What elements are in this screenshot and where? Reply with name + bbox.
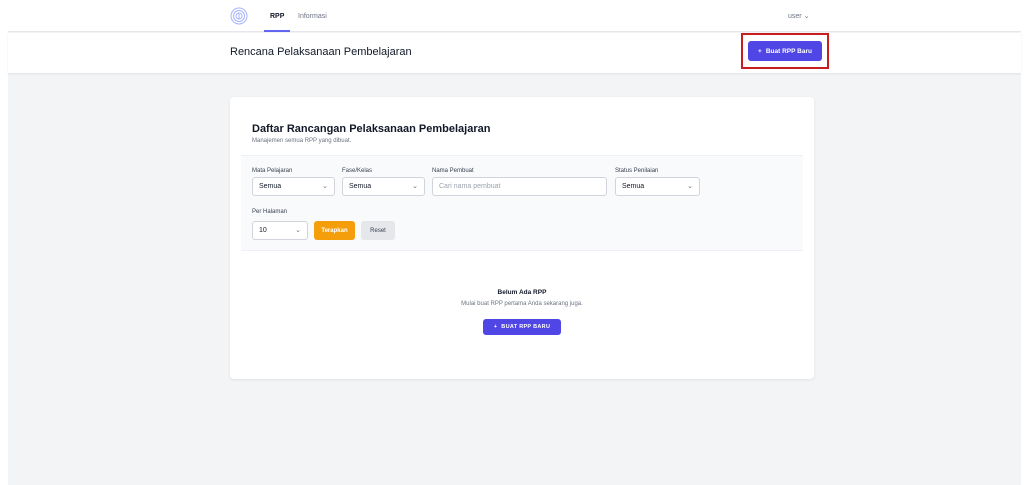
rpp-list-card: Daftar Rancangan Pelaksanaan Pembelajara… [230, 97, 814, 379]
empty-create-rpp-label: BUAT RPP BARU [501, 324, 551, 330]
tab-informasi[interactable]: Informasi [298, 13, 327, 20]
page-title: Rencana Pelaksanaan Pembelajaran [230, 46, 412, 58]
apply-filter-button[interactable]: Terapkan [314, 221, 355, 240]
plus-icon: + [758, 47, 762, 55]
subject-select[interactable]: Semua ⌄ [252, 177, 335, 196]
phase-select-value: Semua [349, 183, 372, 190]
phase-select[interactable]: Semua ⌄ [342, 177, 425, 196]
page-header: Rencana Pelaksanaan Pembelajaran + Buat … [8, 33, 1021, 73]
app-frame: RPP Informasi user ⌄ Rencana Pelaksanaan… [8, 0, 1021, 485]
chevron-down-icon: ⌄ [412, 183, 418, 190]
status-select[interactable]: Semua ⌄ [615, 177, 700, 196]
chevron-down-icon: ⌄ [295, 227, 301, 234]
empty-state-message: Mulai buat RPP pertama Anda sekarang jug… [461, 301, 583, 307]
subject-select-value: Semua [259, 183, 282, 190]
per-page-value: 10 [259, 227, 267, 234]
per-page-select[interactable]: 10 ⌄ [252, 221, 308, 240]
reset-filter-button[interactable]: Reset [361, 221, 395, 240]
empty-state-title: Belum Ada RPP [497, 289, 547, 296]
plus-icon: + [493, 324, 498, 330]
top-navbar: RPP Informasi user ⌄ [8, 0, 1021, 32]
fingerprint-logo-icon[interactable] [230, 7, 248, 25]
chevron-down-icon: ⌄ [803, 13, 810, 20]
user-menu[interactable]: user ⌄ [788, 12, 809, 20]
card-subtitle: Manajemen semua RPP yang dibuat. [252, 138, 352, 144]
status-select-value: Semua [622, 183, 645, 190]
card-title: Daftar Rancangan Pelaksanaan Pembelajara… [252, 123, 491, 135]
phase-filter-label: Fase/Kelas [342, 168, 373, 174]
tab-active-indicator [264, 30, 290, 32]
tab-rpp[interactable]: RPP [270, 13, 284, 20]
user-label: user [788, 13, 802, 20]
status-filter-label: Status Penilaian [615, 168, 659, 174]
create-rpp-button[interactable]: + Buat RPP Baru [748, 41, 822, 61]
chevron-down-icon: ⌄ [322, 183, 328, 190]
subject-filter-label: Mata Pelajaran [252, 168, 293, 174]
author-filter-label: Nama Pembuat [432, 168, 474, 174]
filter-panel: Mata Pelajaran Semua ⌄ Fase/Kelas Semua … [241, 155, 803, 251]
author-search-input[interactable]: Cari nama pembuat [432, 177, 607, 196]
chevron-down-icon: ⌄ [687, 183, 693, 190]
empty-create-rpp-button[interactable]: + BUAT RPP BARU [483, 319, 561, 335]
author-search-placeholder: Cari nama pembuat [439, 183, 501, 190]
create-rpp-button-label: Buat RPP Baru [765, 47, 812, 55]
per-page-label: Per Halaman [252, 209, 288, 215]
